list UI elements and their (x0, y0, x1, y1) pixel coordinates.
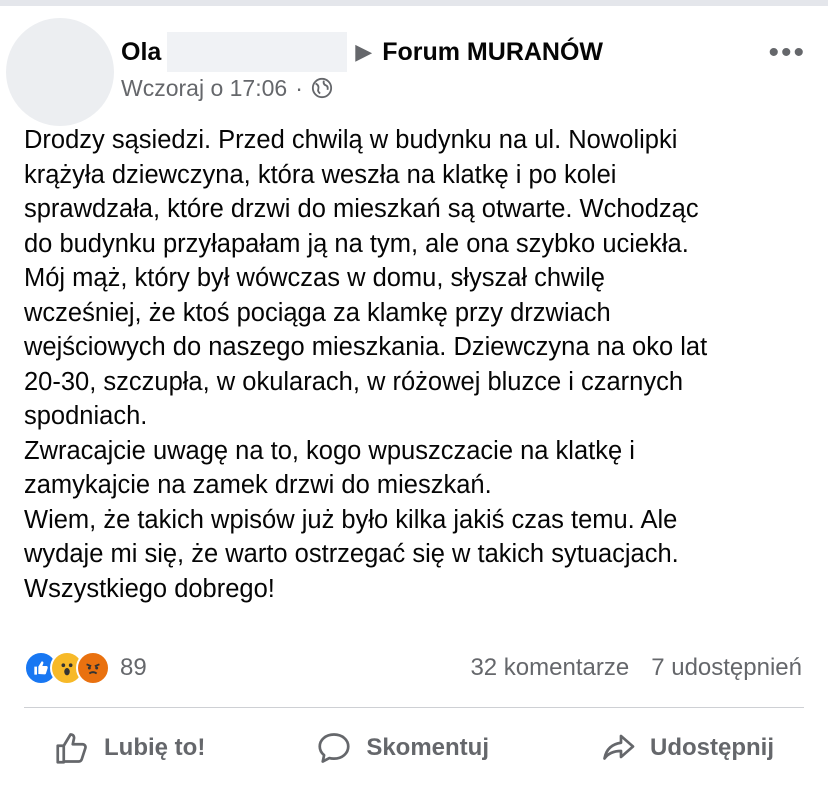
post-line: Wszystkiego dobrego! (24, 574, 275, 603)
post-line: Wiem, że takich wpisów już było kilka ja… (24, 505, 678, 534)
meta-separator: · (295, 74, 303, 101)
post-line: spodniach. (24, 402, 148, 430)
post-line: Mój mąż, który był wówczas w domu, słysz… (24, 264, 605, 292)
comment-button[interactable]: Skomentuj (286, 730, 519, 766)
reactions-summary[interactable]: 89 (24, 650, 147, 686)
group-name[interactable]: Forum MURANÓW (382, 38, 603, 67)
top-border (0, 0, 828, 6)
share-button[interactable]: Udostępnij (570, 730, 804, 766)
more-options-button[interactable]: ••• (768, 38, 806, 68)
shares-count-link[interactable]: 7 udostępnień (651, 654, 802, 682)
share-icon (603, 734, 635, 760)
thumbs-up-icon (56, 733, 87, 764)
actions-divider (24, 707, 804, 708)
comments-count-link[interactable]: 32 komentarze (470, 654, 629, 682)
post-line: Drodzy sąsiedzi. Przed chwilą w budynku … (24, 126, 678, 154)
post-meta: Wczoraj o 17:06 · (121, 72, 333, 104)
reaction-count: 89 (120, 654, 147, 681)
share-button-label: Udostępnij (650, 734, 774, 761)
post-line: do budynku przyłapałam ją na tym, ale on… (24, 229, 689, 258)
post-line: Zwracajcie uwagę na to, kogo wpuszczacie… (24, 436, 635, 465)
post-line: krążyła dziewczyna, która weszła na klat… (24, 160, 617, 189)
triangle-right-icon: ▶ (355, 39, 373, 64)
post-actions: Lubię to! Skomentuj Udostępnij (24, 718, 804, 778)
post-line: sprawdzała, które drzwi do mieszkań są o… (24, 195, 699, 223)
post-line: wcześniej, że ktoś pociąga za klamkę prz… (24, 298, 611, 327)
redacted-surname (167, 32, 348, 72)
like-button-label: Lubię to! (104, 734, 206, 761)
engagement-stats: 32 komentarze 7 udostępnień (470, 650, 802, 686)
author-name[interactable]: Ola (121, 38, 161, 67)
post-line: 20-30, szczupła, w okularach, w różowej … (24, 367, 684, 396)
timestamp[interactable]: Wczoraj o 17:06 (121, 75, 287, 102)
angry-icon (76, 651, 110, 685)
comment-button-label: Skomentuj (366, 734, 489, 761)
comment-icon (318, 733, 350, 763)
post-line: zamykajcie na zamek drzwi do mieszkań. (24, 471, 492, 499)
like-button[interactable]: Lubię to! (24, 730, 235, 766)
post-line: wydaje mi się, że warto ostrzegać się w … (24, 540, 679, 568)
post-line: wejściowych do naszego mieszkania. Dziew… (24, 333, 708, 361)
post-header: Ola ▶ Forum MURANÓW (121, 32, 603, 72)
post-text: Drodzy sąsiedzi. Przed chwilą w budynku … (24, 123, 814, 606)
globe-icon (311, 77, 332, 99)
avatar[interactable] (6, 18, 114, 126)
